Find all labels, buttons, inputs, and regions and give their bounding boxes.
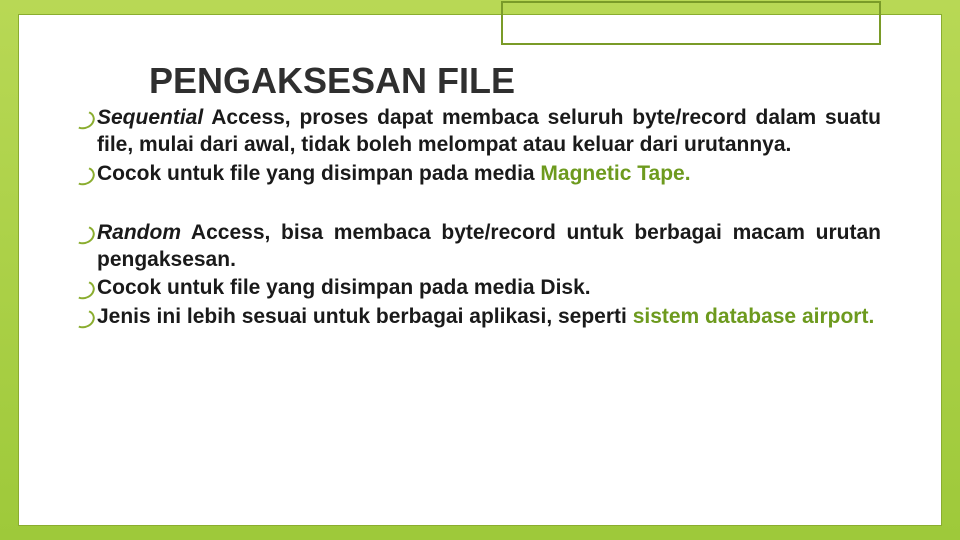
body-text: Cocok untuk file yang disimpan pada medi… xyxy=(97,162,540,185)
term-bold: Access, xyxy=(181,221,270,244)
term-italic: Sequential xyxy=(97,106,203,129)
slide-frame: PENGAKSESAN FILE Sequential Access, pros… xyxy=(18,14,942,526)
slide-title: PENGAKSESAN FILE xyxy=(149,60,515,102)
bullet-item: Cocok untuk file yang disimpan pada medi… xyxy=(97,275,881,302)
bullet-item: Random Access, bisa membaca byte/record … xyxy=(97,220,881,274)
paragraph-random: Random Access, bisa membaca byte/record … xyxy=(97,220,881,332)
term-italic: Random xyxy=(97,221,181,244)
term-bold: Access, xyxy=(203,106,290,129)
highlight-text: sistem database airport. xyxy=(633,305,875,328)
slide-content: Sequential Access, proses dapat membaca … xyxy=(97,105,881,355)
body-text: Jenis ini lebih sesuai untuk berbagai ap… xyxy=(97,305,633,328)
bullet-item: Sequential Access, proses dapat membaca … xyxy=(97,105,881,159)
body-text: Cocok untuk file yang disimpan pada medi… xyxy=(97,276,591,299)
highlight-text: Magnetic Tape. xyxy=(540,162,690,185)
paragraph-sequential: Sequential Access, proses dapat membaca … xyxy=(97,105,881,188)
title-accent-box xyxy=(501,1,881,45)
bullet-item: Cocok untuk file yang disimpan pada medi… xyxy=(97,161,881,188)
bullet-item: Jenis ini lebih sesuai untuk berbagai ap… xyxy=(97,304,881,331)
